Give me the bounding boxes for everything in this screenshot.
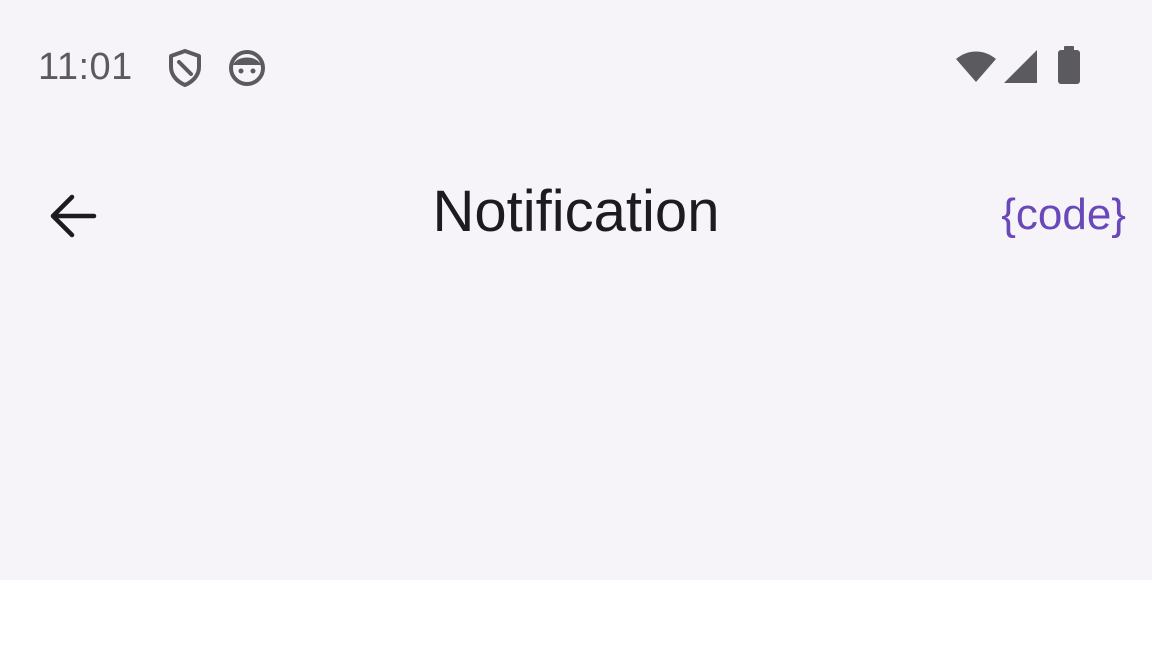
battery-icon <box>1058 46 1080 84</box>
status-time: 11:01 <box>38 46 133 88</box>
wifi-icon <box>956 51 996 82</box>
phone-screen: 11:01 Notification {code} <box>0 0 1152 648</box>
back-button[interactable] <box>28 164 118 268</box>
code-button[interactable]: {code} <box>1001 190 1126 240</box>
android-face-icon <box>229 50 265 86</box>
cellular-signal-icon <box>1004 50 1037 83</box>
arrow-back-icon <box>50 194 97 238</box>
bottom-area <box>0 580 1152 648</box>
shield-icon <box>169 49 201 87</box>
top-app-bar: Notification {code} <box>0 150 1152 280</box>
status-bar: 11:01 <box>0 0 1152 136</box>
page-title: Notification <box>432 179 720 244</box>
